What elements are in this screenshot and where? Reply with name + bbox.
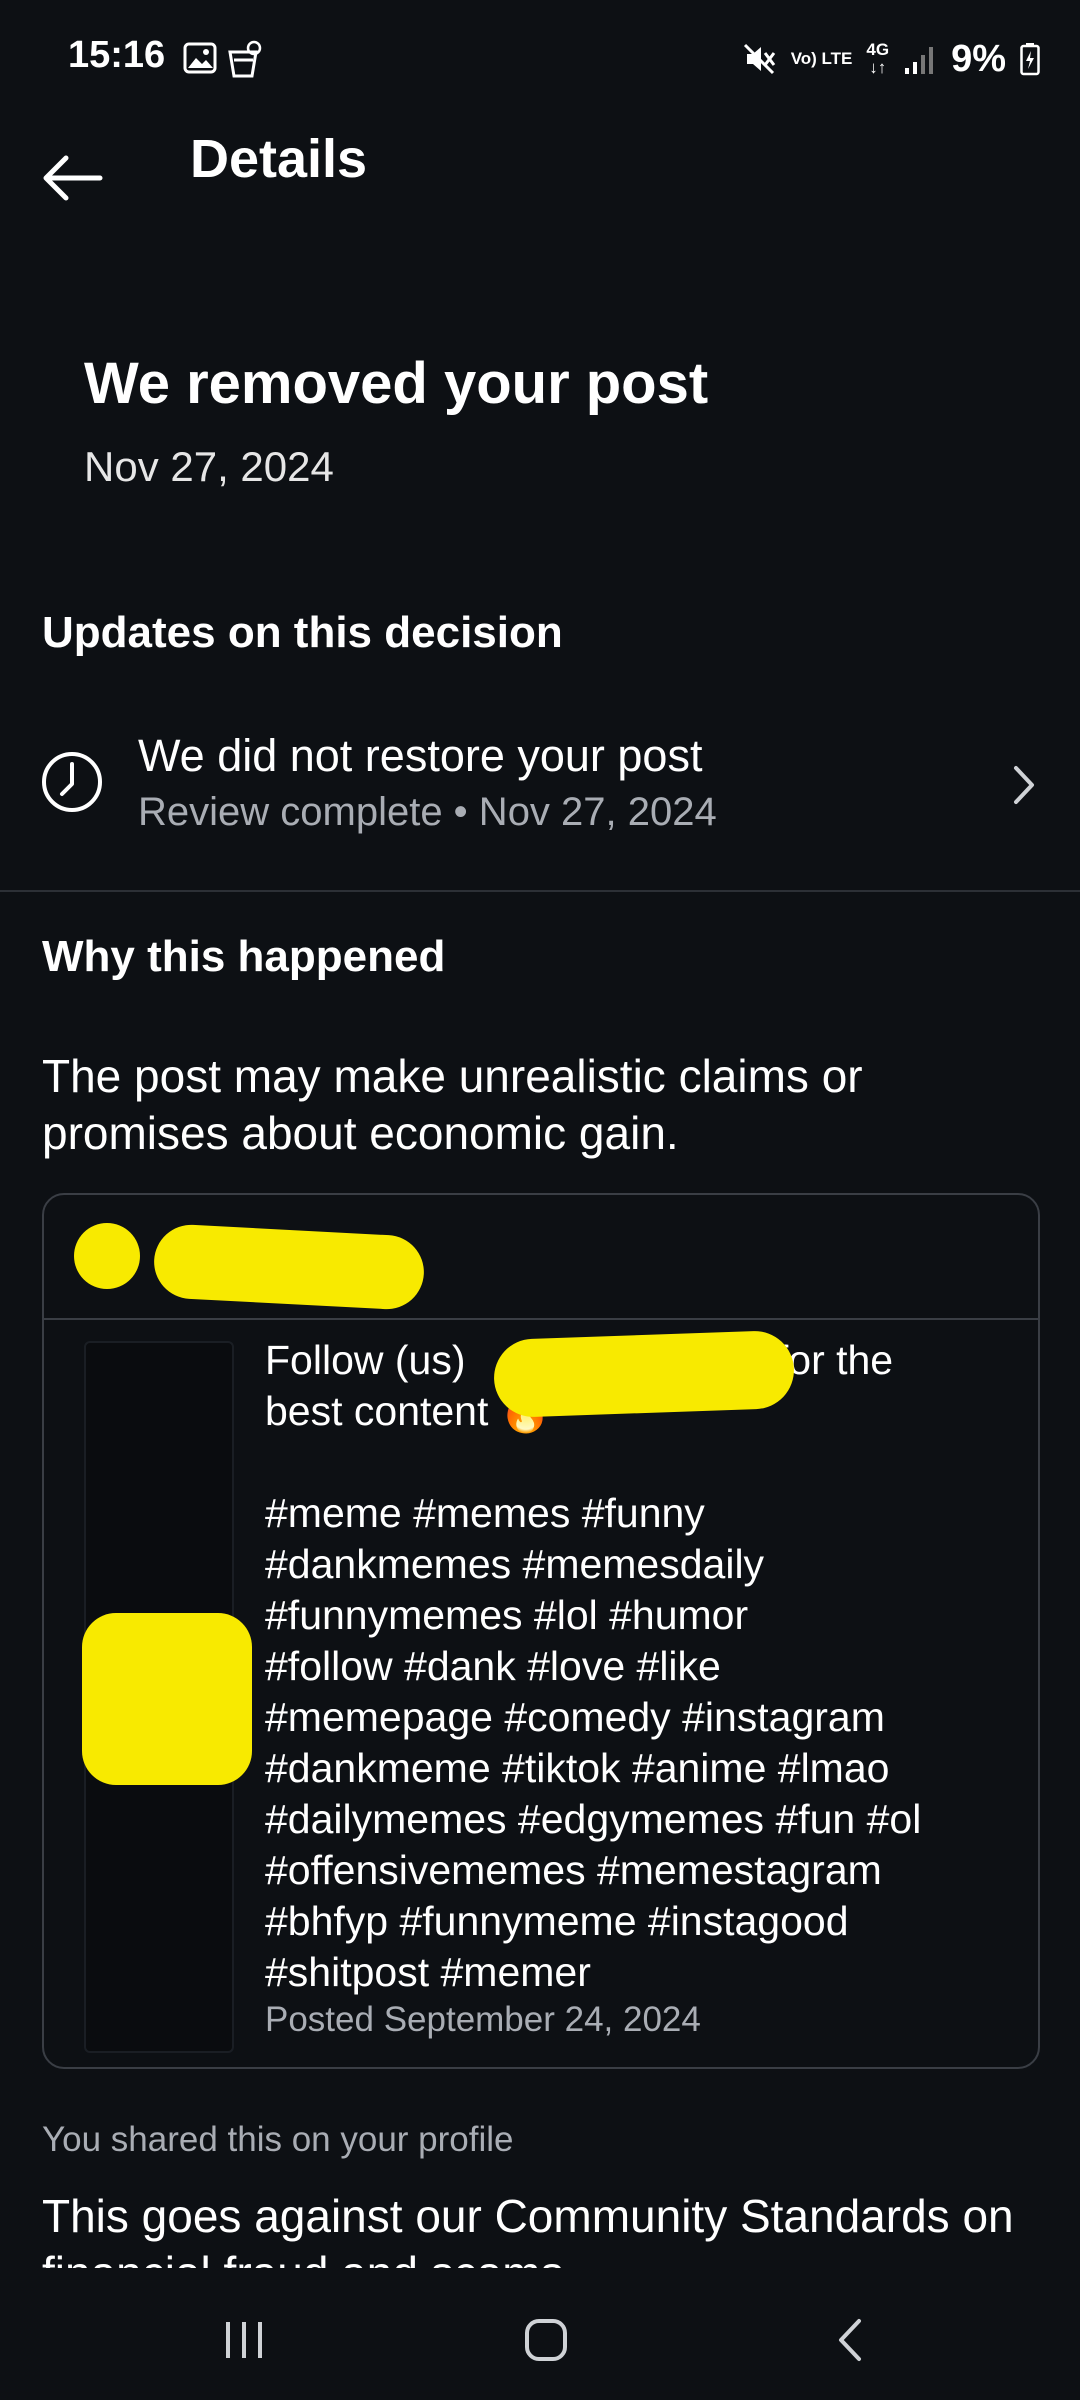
- recent-apps-button[interactable]: [204, 2310, 284, 2370]
- updates-heading: Updates on this decision: [42, 608, 563, 657]
- standards-text: This goes against our Community Standard…: [42, 2190, 1014, 2268]
- post-thumbnail: [82, 1341, 252, 2053]
- page-title: Details: [190, 129, 368, 189]
- system-nav-bar: [0, 2280, 1080, 2400]
- recent-apps-icon: [226, 2322, 262, 2358]
- status-right: Vo) LTE 4G ↓↑ 9%: [741, 34, 1040, 84]
- chevron-left-icon: [839, 2319, 861, 2361]
- signal-icon: [905, 47, 934, 74]
- update-title: We did not restore your post: [138, 730, 703, 781]
- home-icon: [525, 2319, 567, 2361]
- alarm-icon: [228, 40, 262, 78]
- section-divider: [0, 890, 1080, 892]
- status-time: 15:16: [68, 34, 166, 76]
- clock-icon: [42, 752, 102, 812]
- decision-update-item[interactable]: We did not restore your post Review comp…: [0, 710, 1080, 860]
- volte-icon: Vo) LTE: [790, 49, 853, 68]
- back-button[interactable]: [38, 134, 108, 204]
- caption-line1: Follow (us): [265, 1337, 477, 1383]
- post-card-header: [44, 1195, 1038, 1320]
- top-bar: Details: [0, 120, 1080, 210]
- mute-icon: [743, 43, 775, 75]
- battery-percent: 9%: [951, 37, 1006, 80]
- home-button[interactable]: [506, 2310, 586, 2370]
- post-preview-card: Follow (us) for the best content 🔥 #meme…: [42, 1193, 1040, 2069]
- shared-note: You shared this on your profile: [42, 2120, 514, 2159]
- status-bar: 15:16 Vo) LTE 4G ↓↑ 9%: [0, 0, 1080, 120]
- removal-date: Nov 27, 2024: [84, 443, 334, 490]
- chevron-right-icon: [1014, 766, 1034, 804]
- update-subtitle: Review complete • Nov 27, 2024: [138, 790, 717, 834]
- post-hashtags: #meme #memes #funny #dankmemes #memesdai…: [265, 1490, 922, 1995]
- why-heading: Why this happened: [42, 932, 446, 981]
- redacted-avatar: [74, 1223, 140, 1289]
- gallery-icon: [183, 42, 217, 74]
- redacted-thumbnail: [82, 1613, 252, 1785]
- reason-text: The post may make unrealistic claims or …: [42, 1050, 863, 1159]
- 4g-icon: 4G ↓↑: [866, 40, 890, 77]
- caption-line1-end: for the: [776, 1337, 894, 1383]
- battery-icon: [1020, 43, 1040, 76]
- post-caption: Follow (us) for the best content 🔥 #meme…: [265, 1335, 985, 1998]
- system-back-button[interactable]: [810, 2310, 890, 2370]
- redacted-username: [152, 1222, 426, 1312]
- posted-date: Posted September 24, 2024: [265, 2000, 701, 2039]
- arrow-left-icon: [43, 155, 103, 201]
- redacted-account-name: [492, 1329, 796, 1419]
- removal-title: We removed your post: [84, 351, 709, 416]
